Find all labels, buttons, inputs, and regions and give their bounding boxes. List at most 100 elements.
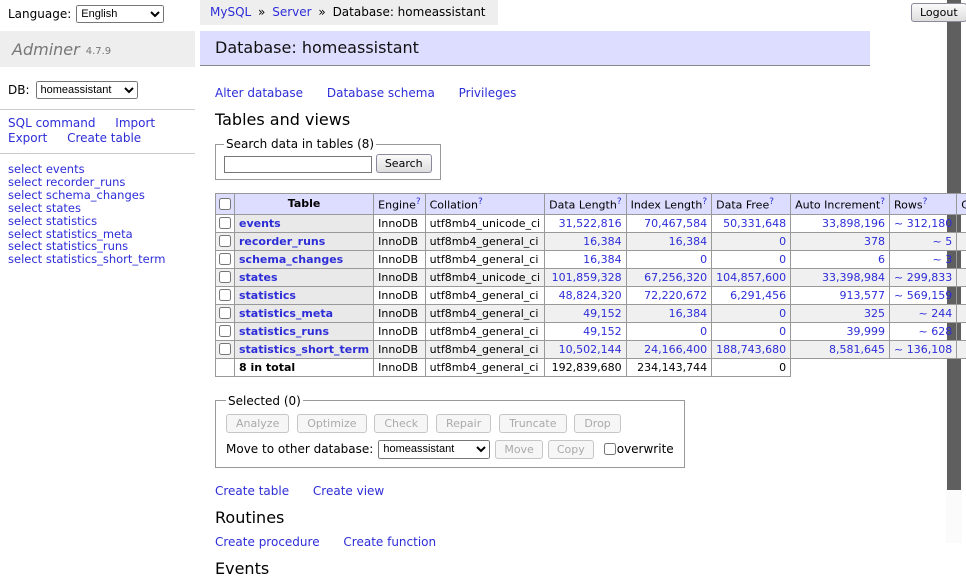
help-icon[interactable]: ? [617, 197, 622, 207]
data-free-cell: 188,743,680 [712, 340, 791, 358]
table-total-row: 8 in total InnoDB utf8mb4_general_ci 192… [216, 358, 966, 376]
table-row: schema_changes InnoDB utf8mb4_general_ci… [216, 250, 966, 268]
data-free-cell: 0 [712, 232, 791, 250]
row-checkbox[interactable] [219, 343, 231, 355]
check-button[interactable]: Check [374, 414, 428, 433]
row-checkbox[interactable] [219, 253, 231, 265]
sidebar-link-export[interactable]: Export [8, 131, 47, 145]
breadcrumb-link-server[interactable]: Server [272, 5, 311, 19]
create-table-link[interactable]: Create table [215, 484, 289, 498]
language-row: Language: English [0, 0, 195, 23]
table-link[interactable]: events [239, 217, 281, 230]
index-length-cell: 16,384 [626, 304, 712, 322]
data-free-cell: 50,331,648 [712, 214, 791, 232]
row-checkbox[interactable] [219, 235, 231, 247]
logout-button[interactable]: Logout [911, 3, 966, 22]
sidebar-item-select-statistics-short-term[interactable]: select statistics_short_term [8, 253, 195, 266]
move-button[interactable]: Move [495, 440, 543, 459]
app-logo: Adminer 4.7.9 [0, 31, 195, 67]
db-select[interactable]: homeassistant [36, 81, 138, 99]
rows-cell: ~ 5 [890, 232, 957, 250]
select-all-checkbox[interactable] [219, 198, 231, 210]
sidebar-item-select-events[interactable]: select events [8, 163, 195, 176]
row-checkbox[interactable] [219, 289, 231, 301]
sidebar-item-select-states[interactable]: select states [8, 202, 195, 215]
database-schema-link[interactable]: Database schema [327, 86, 435, 100]
repair-button[interactable]: Repair [436, 414, 491, 433]
row-checkbox[interactable] [219, 307, 231, 319]
copy-button[interactable]: Copy [548, 440, 594, 459]
help-icon[interactable]: ? [416, 197, 421, 207]
rows-cell: ~ 312,180 [890, 214, 957, 232]
privileges-link[interactable]: Privileges [459, 86, 517, 100]
sidebar-actions: SQL command Import Export Create table [0, 109, 195, 154]
data-length-cell: 48,824,320 [545, 286, 626, 304]
data-free-cell: 6,291,456 [712, 286, 791, 304]
create-procedure-link[interactable]: Create procedure [215, 535, 320, 549]
create-view-link[interactable]: Create view [313, 484, 384, 498]
db-label: DB: [8, 83, 30, 97]
column-header-engine: Engine? [374, 194, 425, 215]
table-link[interactable]: statistics_runs [239, 325, 329, 338]
search-button[interactable]: Search [376, 154, 432, 173]
table-link[interactable]: statistics [239, 289, 296, 302]
data-free-cell: 0 [712, 322, 791, 340]
data-length-cell: 31,522,816 [545, 214, 626, 232]
sidebar-item-select-statistics[interactable]: select statistics [8, 215, 195, 228]
comment-cell [957, 268, 966, 286]
breadcrumb-separator: » [318, 5, 325, 19]
collation-cell: utf8mb4_general_ci [425, 340, 544, 358]
alter-database-link[interactable]: Alter database [215, 86, 303, 100]
help-icon[interactable]: ? [880, 197, 885, 207]
column-header-rows: Rows? [890, 194, 957, 215]
sidebar-link-sql-command[interactable]: SQL command [8, 116, 95, 130]
help-icon[interactable]: ? [478, 197, 483, 207]
engine-cell: InnoDB [374, 214, 425, 232]
search-input[interactable] [224, 156, 372, 173]
sidebar: Language: English Adminer 4.7.9 DB: home… [0, 0, 195, 266]
breadcrumb: MySQL » Server » Database: homeassistant [200, 0, 498, 25]
table-link[interactable]: states [239, 271, 278, 284]
routine-links: Create procedure Create function [215, 535, 915, 549]
tables-and-views-heading: Tables and views [215, 110, 915, 129]
engine-cell: InnoDB [374, 286, 425, 304]
optimize-button[interactable]: Optimize [297, 414, 366, 433]
sidebar-link-create-table[interactable]: Create table [67, 131, 141, 145]
search-fieldset: Search data in tables (8) Search [215, 137, 441, 180]
sidebar-link-import[interactable]: Import [115, 116, 155, 130]
sidebar-item-select-schema-changes[interactable]: select schema_changes [8, 189, 195, 202]
auto-increment-cell: 8,581,645 [791, 340, 890, 358]
move-label: Move to other database: [226, 442, 373, 456]
comment-cell [957, 322, 966, 340]
help-icon[interactable]: ? [769, 197, 774, 207]
table-link[interactable]: recorder_runs [239, 235, 325, 248]
index-length-cell: 16,384 [626, 232, 712, 250]
table-link[interactable]: statistics_meta [239, 307, 333, 320]
breadcrumb-separator: » [258, 5, 265, 19]
routines-heading: Routines [215, 508, 915, 527]
language-select[interactable]: English [76, 5, 164, 23]
row-checkbox[interactable] [219, 217, 231, 229]
move-database-select[interactable]: homeassistant [378, 440, 490, 459]
sidebar-item-select-recorder-runs[interactable]: select recorder_runs [8, 176, 195, 189]
drop-button[interactable]: Drop [574, 414, 620, 433]
tables-list: Table Engine? Collation? Data Length? In… [215, 193, 966, 377]
row-checkbox[interactable] [219, 325, 231, 337]
overwrite-checkbox[interactable] [604, 443, 616, 455]
engine-cell: InnoDB [374, 304, 425, 322]
row-checkbox[interactable] [219, 271, 231, 283]
create-function-link[interactable]: Create function [343, 535, 436, 549]
help-icon[interactable]: ? [923, 197, 928, 207]
engine-cell: InnoDB [374, 250, 425, 268]
search-legend: Search data in tables (8) [224, 137, 376, 151]
analyze-button[interactable]: Analyze [226, 414, 289, 433]
breadcrumb-link-mysql[interactable]: MySQL [210, 5, 251, 19]
rows-cell: ~ 3 [890, 250, 957, 268]
table-link[interactable]: schema_changes [239, 253, 343, 266]
table-link[interactable]: statistics_short_term [239, 343, 369, 356]
help-icon[interactable]: ? [702, 197, 707, 207]
index-length-cell: 70,467,584 [626, 214, 712, 232]
truncate-button[interactable]: Truncate [499, 414, 566, 433]
engine-cell: InnoDB [374, 322, 425, 340]
collation-cell: utf8mb4_general_ci [425, 304, 544, 322]
